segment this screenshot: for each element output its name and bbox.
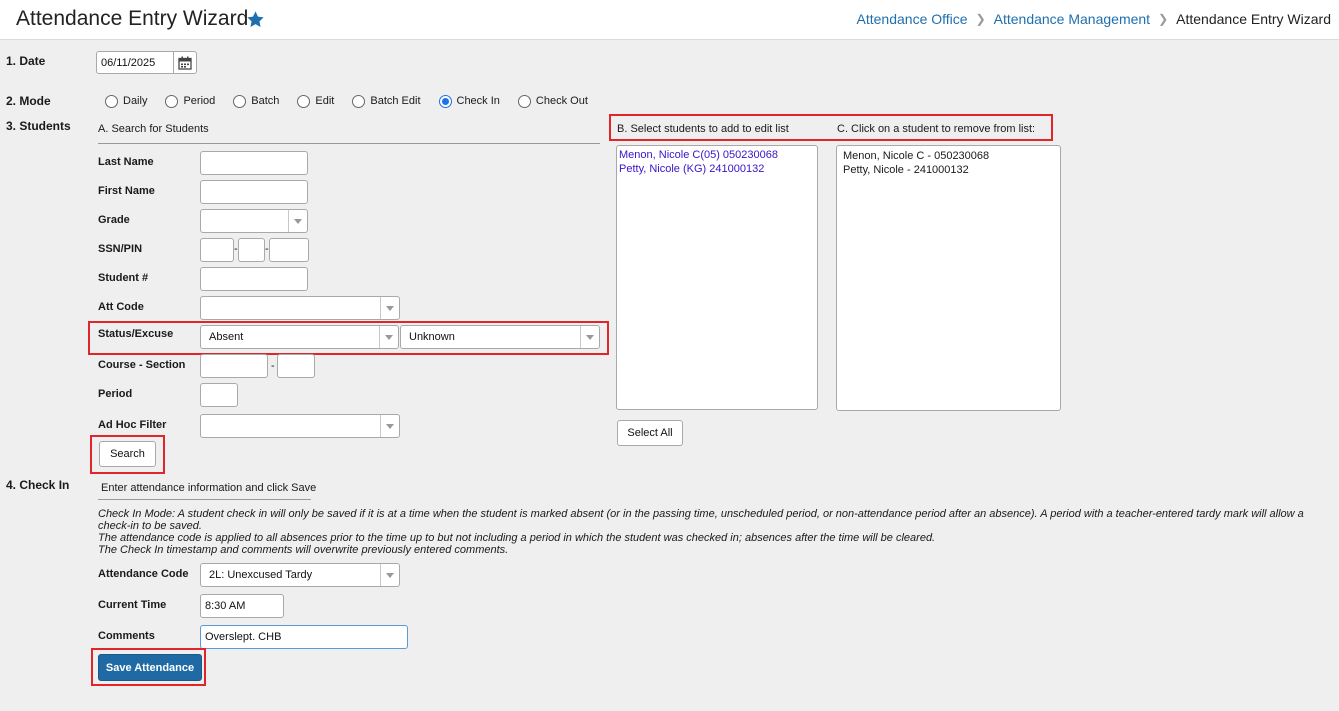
select-student-list[interactable]: Menon, Nicole C(05) 050230068 Petty, Nic…: [616, 145, 818, 410]
date-input[interactable]: [96, 51, 174, 74]
radio-button[interactable]: [352, 94, 366, 108]
mode-edit[interactable]: Edit: [297, 94, 334, 108]
mode-batch-edit[interactable]: Batch Edit: [352, 94, 421, 108]
att-code-select[interactable]: [200, 296, 400, 320]
chevron-right-icon: ❯: [975, 12, 986, 26]
chevron-right-icon: ❯: [1158, 12, 1169, 26]
breadcrumb-attendance-office[interactable]: Attendance Office: [857, 11, 968, 27]
comments-label: Comments: [98, 630, 155, 642]
checkin-instructions: Check In Mode: A student check in will o…: [98, 508, 1330, 556]
status-value: Absent: [209, 331, 244, 343]
radio-button[interactable]: [165, 94, 179, 108]
ssn-pin-label: SSN/PIN: [98, 243, 143, 255]
step-students-label: 3. Students: [6, 119, 71, 133]
edit-list-heading: C. Click on a student to remove from lis…: [837, 123, 1036, 135]
current-time-input[interactable]: [200, 594, 284, 618]
step-mode-label: 2. Mode: [6, 94, 51, 108]
student-number-input[interactable]: [200, 267, 308, 291]
calendar-button[interactable]: [173, 51, 197, 74]
excuse-value: Unknown: [409, 331, 455, 343]
divider: [98, 499, 311, 500]
attendance-code-label: Attendance Code: [98, 568, 189, 580]
course-section-separator: -: [271, 360, 275, 372]
mode-period[interactable]: Period: [165, 94, 215, 108]
radio-button[interactable]: [297, 94, 311, 108]
attendance-code-select[interactable]: 2L: Unexcused Tardy: [200, 563, 400, 587]
step-date-label: 1. Date: [6, 54, 46, 68]
search-heading: A. Search for Students: [98, 123, 209, 135]
last-name-label: Last Name: [98, 156, 154, 168]
attendance-code-value: 2L: Unexcused Tardy: [209, 569, 313, 581]
step-checkin-label: 4. Check In: [6, 478, 70, 492]
status-select[interactable]: Absent: [200, 325, 399, 349]
course-input[interactable]: [200, 354, 268, 378]
checkin-note: Check In Mode: A student check in will o…: [98, 508, 1304, 532]
list-item[interactable]: Menon, Nicole C - 050230068: [843, 149, 1054, 163]
grade-select[interactable]: [200, 209, 308, 233]
chevron-down-icon: [380, 415, 399, 437]
first-name-input[interactable]: [200, 180, 308, 204]
select-all-button[interactable]: Select All: [617, 420, 683, 446]
section-input[interactable]: [277, 354, 315, 378]
mode-daily[interactable]: Daily: [105, 94, 147, 108]
mode-batch[interactable]: Batch: [233, 94, 279, 108]
breadcrumb: Attendance Office ❯ Attendance Managemen…: [857, 11, 1331, 27]
breadcrumb-attendance-management[interactable]: Attendance Management: [994, 11, 1150, 27]
comments-input[interactable]: [200, 625, 408, 649]
list-item[interactable]: Petty, Nicole (KG) 241000132: [619, 162, 815, 176]
student-number-label: Student #: [98, 272, 149, 284]
star-icon[interactable]: [246, 10, 265, 29]
edit-student-list[interactable]: Menon, Nicole C - 050230068 Petty, Nicol…: [836, 145, 1061, 411]
chevron-down-icon: [288, 210, 307, 232]
ssn-part1-input[interactable]: [200, 238, 234, 262]
ssn-part2-input[interactable]: [238, 238, 265, 262]
chevron-down-icon: [580, 326, 599, 348]
page-title: Attendance Entry Wizard: [16, 7, 249, 30]
calendar-icon: [178, 56, 192, 70]
mode-radio-group: Daily Period Batch Edit Batch Edit Check…: [105, 94, 606, 108]
checkin-heading: Enter attendance information and click S…: [101, 482, 317, 494]
period-input[interactable]: [200, 383, 238, 407]
select-list-heading: B. Select students to add to edit list: [617, 123, 789, 135]
save-attendance-button[interactable]: Save Attendance: [98, 654, 202, 681]
radio-button[interactable]: [517, 94, 531, 108]
grade-label: Grade: [98, 214, 130, 226]
radio-button[interactable]: [105, 94, 118, 108]
current-time-label: Current Time: [98, 599, 167, 611]
radio-button[interactable]: [233, 94, 247, 108]
radio-button-selected[interactable]: [438, 94, 452, 108]
checkin-note: The Check In timestamp and comments will…: [98, 544, 509, 556]
period-label: Period: [98, 388, 133, 400]
breadcrumb-current: Attendance Entry Wizard: [1176, 11, 1331, 27]
adhoc-filter-label: Ad Hoc Filter: [98, 419, 167, 431]
ssn-part3-input[interactable]: [269, 238, 309, 262]
chevron-down-icon: [380, 564, 399, 586]
search-button[interactable]: Search: [99, 441, 156, 467]
last-name-input[interactable]: [200, 151, 308, 175]
page-header: Attendance Entry Wizard Attendance Offic…: [0, 0, 1339, 40]
mode-check-in[interactable]: Check In: [438, 94, 500, 108]
status-excuse-label: Status/Excuse: [98, 328, 174, 340]
checkin-note: The attendance code is applied to all ab…: [98, 532, 936, 544]
divider: [98, 143, 600, 144]
att-code-label: Att Code: [98, 301, 144, 313]
mode-check-out[interactable]: Check Out: [517, 94, 588, 108]
chevron-down-icon: [380, 297, 399, 319]
excuse-select[interactable]: Unknown: [400, 325, 600, 349]
list-item[interactable]: Menon, Nicole C(05) 050230068: [619, 148, 815, 162]
adhoc-filter-select[interactable]: [200, 414, 400, 438]
course-section-label: Course - Section: [98, 359, 186, 371]
list-item[interactable]: Petty, Nicole - 241000132: [843, 163, 1054, 177]
chevron-down-icon: [379, 326, 398, 348]
first-name-label: First Name: [98, 185, 155, 197]
